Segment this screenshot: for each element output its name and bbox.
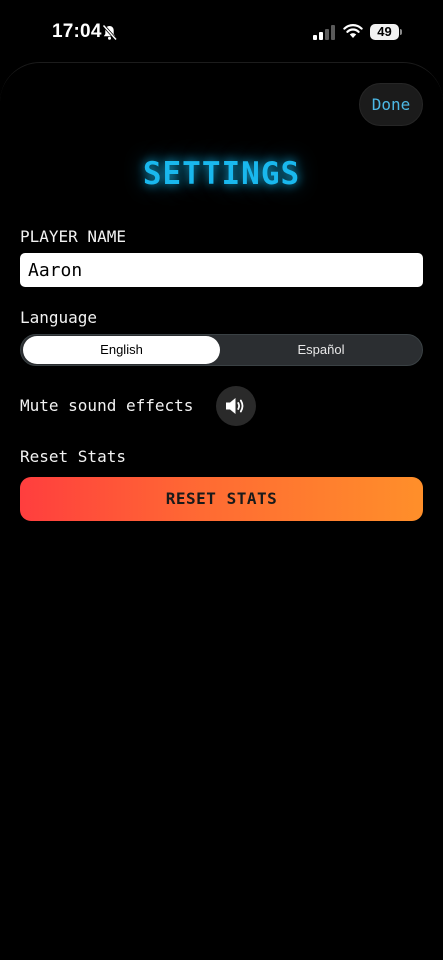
player-name-input[interactable] <box>20 253 423 287</box>
bell-slash-icon <box>102 24 118 41</box>
battery-icon: 49 <box>370 24 399 40</box>
reset-stats-label: Reset Stats <box>20 447 126 466</box>
player-name-label: PLAYER NAME <box>20 227 126 246</box>
language-segmented-control[interactable]: English Español <box>20 334 423 366</box>
done-button[interactable]: Done <box>359 83 423 126</box>
battery-cap <box>400 29 402 35</box>
reset-stats-button[interactable]: RESET STATS <box>20 477 423 521</box>
settings-screen: 17:04 49 Done SETTINGS PLAYER NAME Langu… <box>0 0 443 960</box>
speaker-on-icon <box>226 398 244 414</box>
language-option-english[interactable]: English <box>23 336 220 364</box>
page-title: SETTINGS <box>142 156 301 192</box>
status-time: 17:04 <box>52 21 102 42</box>
status-bar: 17:04 49 <box>0 0 443 62</box>
mute-sound-effects-label: Mute sound effects <box>20 396 194 415</box>
language-label: Language <box>20 308 98 327</box>
language-option-espanol[interactable]: Español <box>222 336 420 364</box>
mute-toggle-button[interactable] <box>216 386 256 426</box>
cellular-signal-icon <box>313 25 335 40</box>
wifi-icon <box>343 24 363 38</box>
